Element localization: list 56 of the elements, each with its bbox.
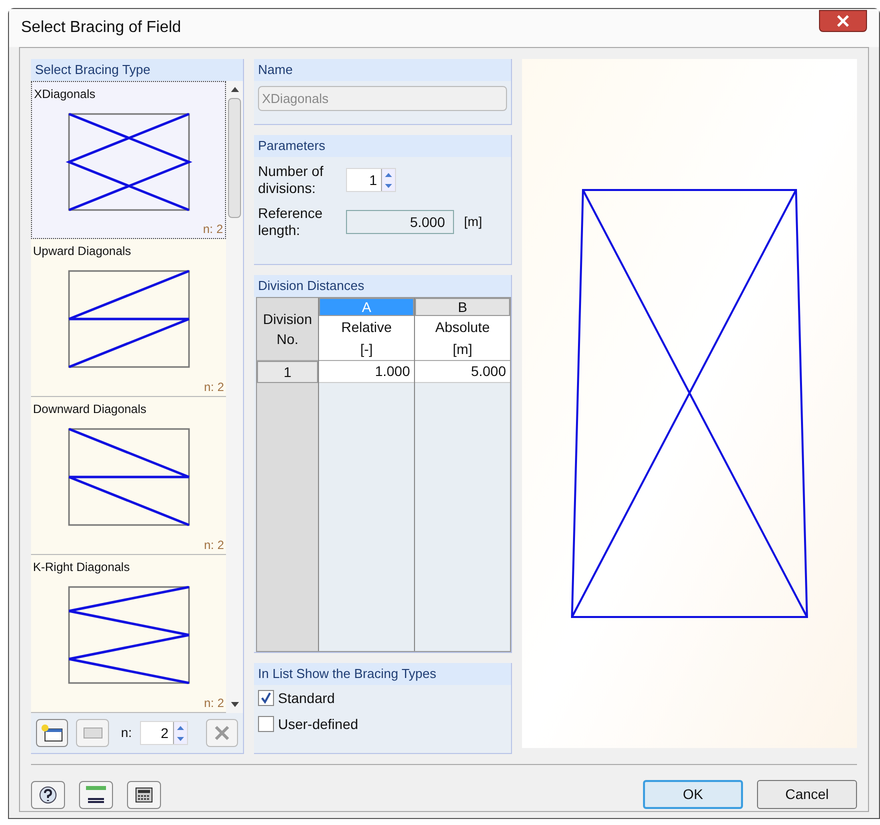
bracing-name: Upward Diagonals bbox=[33, 243, 132, 260]
new-window-icon bbox=[41, 724, 64, 742]
column-letter[interactable]: B bbox=[415, 298, 510, 316]
table-cell: 1.000 bbox=[319, 361, 414, 383]
calculator-icon bbox=[135, 786, 153, 802]
down-arrow-icon[interactable] bbox=[176, 736, 184, 740]
dialog-button[interactable]: OK bbox=[643, 780, 743, 809]
section-header: Name bbox=[254, 59, 511, 81]
up-arrow-icon[interactable] bbox=[176, 726, 184, 730]
scrollbar[interactable] bbox=[226, 81, 243, 713]
bracing-name: K-Right Diagonals bbox=[33, 559, 131, 576]
scrollbar-thumb[interactable] bbox=[228, 98, 241, 218]
table-cell: 5.000 bbox=[415, 361, 510, 383]
unit-label: [m] bbox=[464, 213, 482, 232]
spin-field[interactable]: 2 bbox=[140, 721, 188, 745]
column-header: Relative bbox=[319, 316, 414, 338]
new-button[interactable] bbox=[36, 719, 68, 747]
count-label: n: 2 bbox=[204, 695, 224, 712]
column-header: Absolute bbox=[415, 316, 510, 338]
count-label: n: 2 bbox=[204, 537, 224, 554]
spin-field[interactable]: 1 bbox=[346, 168, 396, 192]
document-icon bbox=[82, 726, 103, 740]
bracing-name: Downward Diagonals bbox=[33, 401, 148, 418]
section-header: Division Distances bbox=[254, 275, 511, 297]
column-unit: [m] bbox=[415, 338, 510, 361]
up-arrow-icon[interactable] bbox=[385, 172, 392, 176]
column-unit: [-] bbox=[319, 338, 414, 361]
help-button[interactable] bbox=[31, 780, 65, 808]
n-label: n: bbox=[120, 724, 132, 742]
checkbox[interactable] bbox=[258, 716, 274, 732]
help-icon bbox=[38, 784, 58, 804]
reference-length-label: Reference length: bbox=[258, 205, 324, 239]
bracing-name: XDiagonals bbox=[34, 86, 96, 103]
close-icon bbox=[837, 15, 849, 27]
checkbox-label: User-defined bbox=[278, 714, 358, 734]
close-button[interactable] bbox=[819, 10, 867, 32]
reference-length-field[interactable]: 5.000 bbox=[346, 210, 454, 234]
row-number[interactable]: 1 bbox=[257, 361, 318, 383]
checkbox-label: Standard bbox=[278, 688, 335, 708]
section-header: Parameters bbox=[254, 135, 511, 157]
calculator-button[interactable] bbox=[127, 780, 161, 808]
scroll-down-icon[interactable] bbox=[230, 702, 238, 707]
count-label: n: 2 bbox=[204, 379, 224, 396]
scroll-up-icon[interactable] bbox=[230, 87, 238, 92]
units-button[interactable] bbox=[79, 780, 113, 808]
down-arrow-icon[interactable] bbox=[385, 184, 392, 188]
delete-icon bbox=[214, 725, 230, 741]
window-title: Select Bracing of Field bbox=[21, 18, 182, 38]
section-header: Select Bracing Type bbox=[31, 59, 243, 81]
divisions-label: Number of divisions: bbox=[258, 163, 324, 197]
bracing-list-item[interactable]: K-Right Diagonals n: 2 bbox=[31, 555, 226, 713]
dialog-button[interactable]: Cancel bbox=[757, 780, 857, 809]
section-header: In List Show the Bracing Types bbox=[254, 663, 511, 685]
check-icon bbox=[260, 692, 272, 704]
checkbox[interactable] bbox=[258, 690, 274, 706]
count-label: n: 2 bbox=[202, 221, 223, 238]
